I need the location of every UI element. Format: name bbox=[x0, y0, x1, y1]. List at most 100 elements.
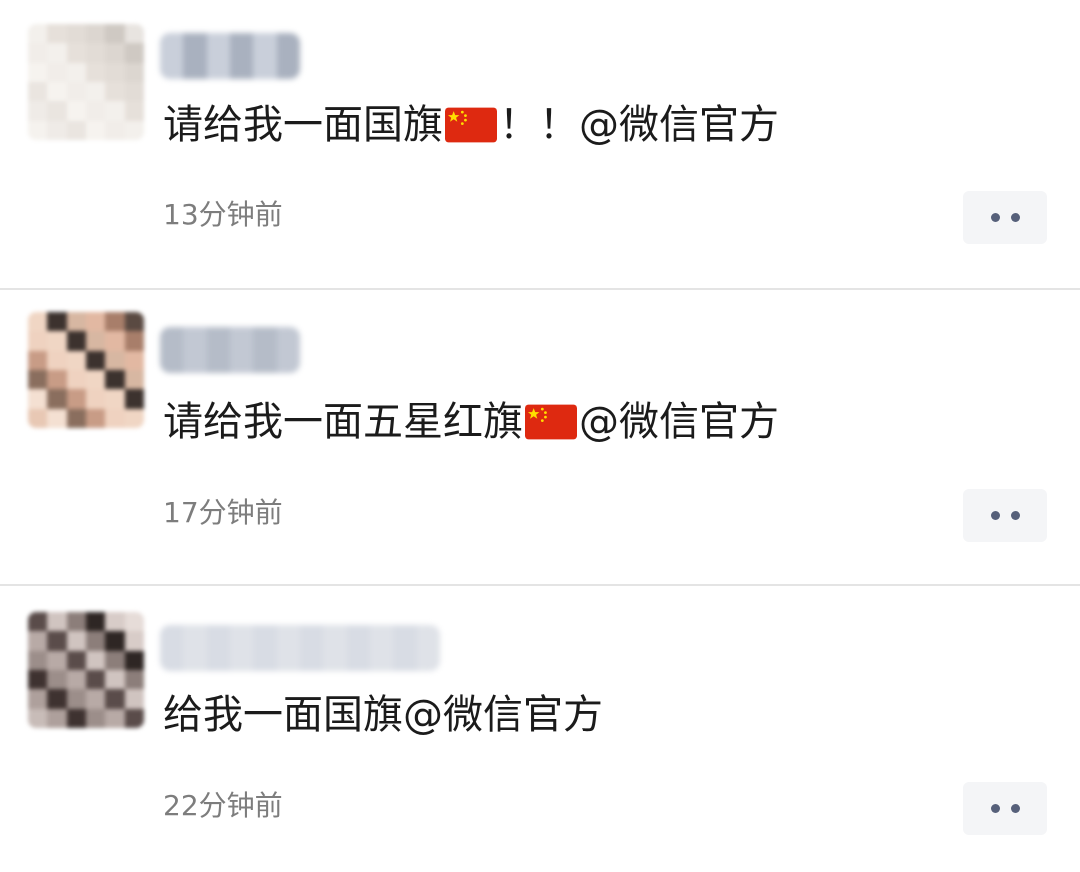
avatar-pixel bbox=[105, 708, 125, 728]
avatar-pixel bbox=[66, 43, 86, 63]
username-blur-block bbox=[253, 625, 277, 671]
avatar-pixel bbox=[86, 708, 106, 728]
more-dots-icon bbox=[1010, 511, 1020, 520]
avatar-pixel bbox=[47, 631, 67, 651]
avatar-pixel bbox=[47, 24, 67, 44]
username-blur-block bbox=[323, 625, 347, 671]
avatar-pixel bbox=[86, 631, 106, 651]
username-blur-block bbox=[416, 625, 440, 671]
more-options-button[interactable] bbox=[963, 489, 1047, 542]
avatar[interactable] bbox=[28, 312, 144, 428]
more-dots-icon bbox=[990, 213, 1000, 222]
avatar-pixel bbox=[66, 689, 86, 709]
avatar-pixel bbox=[105, 689, 125, 709]
avatar-pixel bbox=[28, 670, 48, 690]
avatar-pixel bbox=[66, 101, 86, 121]
username-blurred[interactable] bbox=[160, 33, 300, 79]
avatar-pixel bbox=[105, 350, 125, 370]
more-options-button[interactable] bbox=[963, 782, 1047, 835]
timestamp: 22分钟前 bbox=[163, 789, 283, 822]
china-flag-emoji-icon bbox=[445, 107, 497, 143]
username-blur-block bbox=[160, 625, 184, 671]
avatar-pixel bbox=[28, 24, 48, 44]
avatar-pixel bbox=[47, 82, 67, 102]
comment-text: 请给我一面国旗 ！！@微信官方 bbox=[163, 100, 779, 150]
avatar-pixel bbox=[66, 370, 86, 390]
avatar-pixel bbox=[105, 120, 125, 140]
comment-text-main: 给我一面国旗@微信官方 bbox=[163, 692, 603, 738]
more-dots-icon bbox=[990, 804, 1000, 813]
avatar-pixel bbox=[47, 43, 67, 63]
avatar-pixel bbox=[28, 43, 48, 63]
avatar-pixel bbox=[124, 612, 144, 632]
avatar-pixel bbox=[28, 312, 48, 332]
avatar-pixel bbox=[28, 82, 48, 102]
comment-text: 给我一面国旗@微信官方 bbox=[163, 690, 603, 740]
avatar-pixel bbox=[105, 612, 125, 632]
username-blurred[interactable] bbox=[160, 625, 440, 671]
avatar-pixel bbox=[124, 331, 144, 351]
avatar-pixel bbox=[86, 120, 106, 140]
timestamp: 17分钟前 bbox=[163, 496, 283, 529]
more-dots-icon bbox=[1010, 804, 1020, 813]
avatar-pixel bbox=[105, 650, 125, 670]
avatar-pixel bbox=[66, 24, 86, 44]
avatar-pixel bbox=[124, 708, 144, 728]
avatar-pixel bbox=[66, 650, 86, 670]
avatar-pixel bbox=[28, 689, 48, 709]
username-blur-block bbox=[276, 327, 300, 373]
avatar-pixel bbox=[86, 43, 106, 63]
username-blur-block bbox=[183, 33, 207, 79]
avatar-pixel bbox=[66, 708, 86, 728]
username-blur-block bbox=[229, 625, 254, 671]
avatar-pixel bbox=[86, 689, 106, 709]
comment-text: 请给我一面五星红旗 @微信官方 bbox=[163, 397, 779, 447]
more-options-button[interactable] bbox=[963, 191, 1047, 244]
avatar-pixel bbox=[66, 312, 86, 332]
username-blur-block bbox=[206, 33, 230, 79]
avatar-pixel bbox=[105, 312, 125, 332]
avatar-pixel bbox=[124, 101, 144, 121]
avatar-pixel bbox=[66, 82, 86, 102]
avatar-pixel bbox=[124, 120, 144, 140]
avatar-pixel bbox=[47, 408, 67, 428]
comment-text-mention: ！！@微信官方 bbox=[499, 102, 779, 148]
username-blur-block bbox=[299, 625, 324, 671]
avatar-pixel bbox=[66, 389, 86, 409]
avatar-pixel bbox=[105, 101, 125, 121]
avatar-pixel bbox=[86, 82, 106, 102]
avatar-pixel bbox=[47, 689, 67, 709]
avatar-pixel bbox=[105, 631, 125, 651]
avatar-pixel bbox=[86, 370, 106, 390]
avatar[interactable] bbox=[28, 612, 144, 728]
avatar-pixel bbox=[47, 370, 67, 390]
username-blur-block bbox=[229, 327, 254, 373]
avatar-pixel bbox=[86, 24, 106, 44]
avatar-pixel bbox=[86, 612, 106, 632]
avatar-pixel bbox=[86, 312, 106, 332]
avatar-pixel bbox=[28, 650, 48, 670]
avatar-pixel bbox=[86, 331, 106, 351]
comment-text-main: 请给我一面国旗 bbox=[163, 102, 443, 148]
avatar-pixel bbox=[124, 43, 144, 63]
username-blur-block bbox=[206, 625, 230, 671]
avatar[interactable] bbox=[28, 24, 144, 140]
avatar-pixel bbox=[124, 631, 144, 651]
avatar-pixel bbox=[105, 62, 125, 82]
username-blur-block bbox=[206, 327, 230, 373]
avatar-pixel bbox=[28, 408, 48, 428]
timestamp: 13分钟前 bbox=[163, 198, 283, 231]
avatar-pixel bbox=[86, 62, 106, 82]
comment-item: 给我一面国旗@微信官方 22分钟前 bbox=[0, 586, 1080, 872]
avatar-pixel bbox=[47, 331, 67, 351]
avatar-pixel bbox=[28, 331, 48, 351]
username-blur-block bbox=[276, 33, 300, 79]
avatar-pixel bbox=[28, 708, 48, 728]
avatar-pixel bbox=[124, 312, 144, 332]
username-blur-block bbox=[253, 33, 277, 79]
china-flag-emoji-icon bbox=[525, 404, 577, 440]
avatar-pixel bbox=[86, 350, 106, 370]
comment-item: 请给我一面五星红旗 @微信官方 17分钟前 bbox=[0, 290, 1080, 580]
username-blurred[interactable] bbox=[160, 327, 300, 373]
avatar-pixel bbox=[105, 331, 125, 351]
